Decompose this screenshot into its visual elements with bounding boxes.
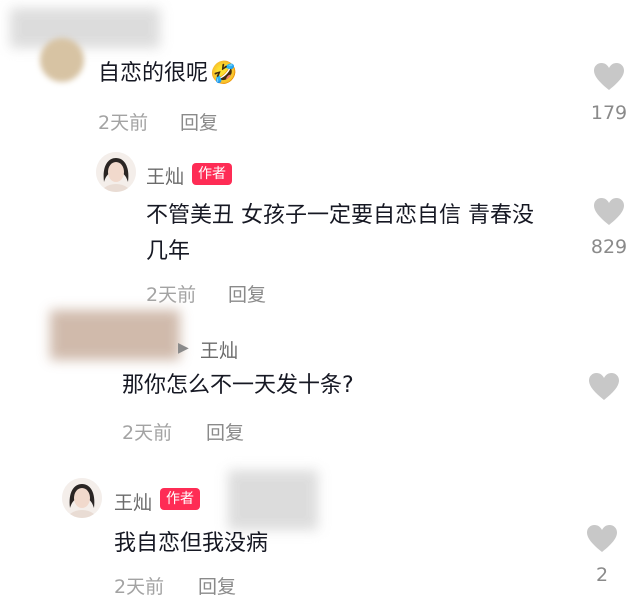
reply-button-1[interactable]: 回复 [180,108,218,135]
like-count-1: 179 [590,102,628,124]
like-count-4: 2 [595,564,609,586]
author-badge: 作者 [192,163,232,185]
heart-icon[interactable] [586,524,618,554]
author-avatar[interactable] [96,152,136,192]
comment-time-3: 2天前 [122,422,173,444]
laughing-emoji-icon: 🤣 [210,61,238,86]
blurred-reply-target-4 [228,470,318,530]
comment-text-2: 不管美丑 女孩子一定要自恋自信 青春没 几年 [146,203,534,264]
comment-text-4: 我自恋但我没病 [114,531,269,556]
heart-icon[interactable] [593,197,625,227]
triangle-right-icon: ▶ [178,340,189,356]
comment-time-1: 2天前 [98,112,149,134]
comment-time-2: 2天前 [146,284,197,306]
reply-to-name[interactable]: 王灿 [200,336,238,363]
blurred-username-1 [10,8,160,48]
blurred-username-3 [50,310,180,360]
heart-icon[interactable] [593,62,625,92]
comment-text-3: 那你怎么不一天发十条? [122,373,354,398]
author-avatar[interactable] [62,478,102,518]
reply-button-3[interactable]: 回复 [206,418,244,445]
like-count-2: 829 [590,236,628,258]
reply-button-2[interactable]: 回复 [228,280,266,307]
comment-text-1: 自恋的很呢🤣 [98,61,238,86]
author-name[interactable]: 王灿 [146,162,184,189]
heart-icon[interactable] [588,372,620,402]
reply-button-4[interactable]: 回复 [198,572,236,599]
author-name[interactable]: 王灿 [114,488,152,515]
comment-time-4: 2天前 [114,576,165,598]
author-badge: 作者 [160,488,200,510]
avatar-blurred-1[interactable] [40,38,84,82]
